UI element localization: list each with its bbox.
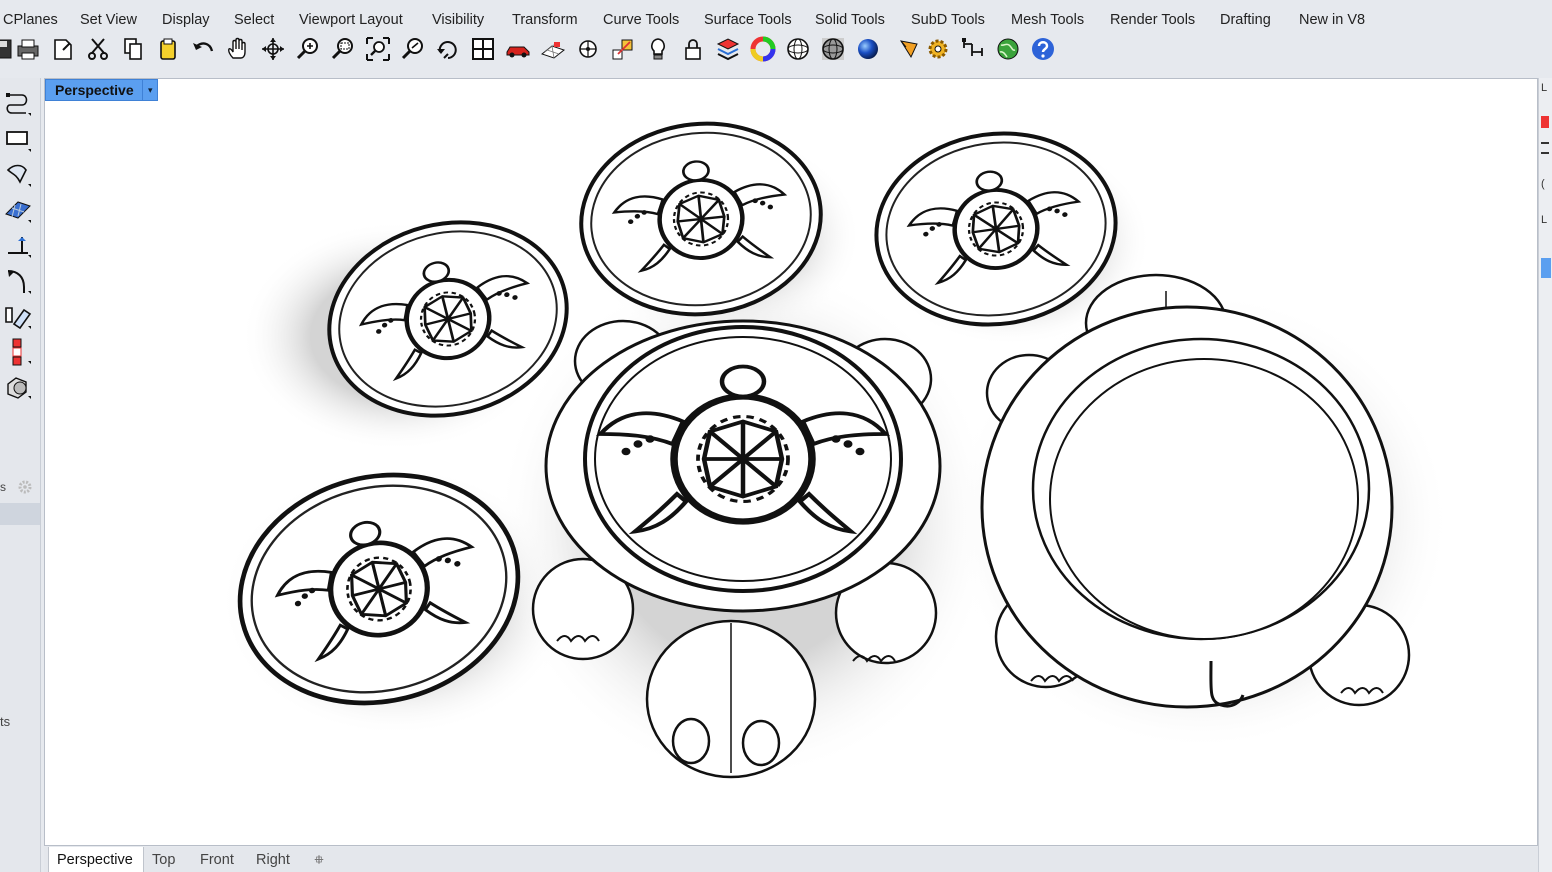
menu-solid-tools[interactable]: Solid Tools	[815, 12, 885, 28]
grid-snap-icon[interactable]	[537, 32, 569, 66]
import-icon[interactable]	[47, 32, 79, 66]
right-panel: L ( L	[1538, 78, 1552, 872]
shaded-sphere-icon[interactable]	[817, 32, 849, 66]
layers-icon[interactable]	[712, 32, 744, 66]
perspective-viewport[interactable]: Perspective ▾	[44, 78, 1538, 846]
gumball-icon[interactable]	[607, 32, 639, 66]
menu-select[interactable]: Select	[234, 12, 274, 28]
viewport-tabs: Perspective Top Front Right	[44, 847, 1538, 872]
curve-tool-icon[interactable]	[0, 88, 38, 120]
print-icon[interactable]	[12, 32, 44, 66]
menu-cplanes[interactable]: CPlanes	[3, 12, 58, 28]
layer-list-icon[interactable]	[1541, 142, 1549, 154]
undo-icon[interactable]	[187, 32, 219, 66]
panel-label-top: s	[0, 480, 6, 494]
fillet-tool-icon[interactable]	[0, 266, 38, 298]
menu-drafting[interactable]: Drafting	[1220, 12, 1271, 28]
menu-display[interactable]: Display	[162, 12, 210, 28]
menu-bar: CPlanes Set View Display Select Viewport…	[0, 8, 1552, 32]
settings-gear-icon[interactable]	[922, 32, 954, 66]
surface-tool-icon[interactable]	[0, 159, 38, 191]
wireframe-sphere-icon[interactable]	[782, 32, 814, 66]
menu-curve-tools[interactable]: Curve Tools	[603, 12, 679, 28]
rectangle-tool-icon[interactable]	[0, 124, 38, 156]
solid-tool-icon[interactable]	[0, 371, 38, 403]
panel-settings-icon[interactable]	[18, 480, 32, 494]
add-viewport-icon[interactable]	[306, 847, 332, 872]
car-icon[interactable]	[502, 32, 534, 66]
cut-icon[interactable]	[82, 32, 114, 66]
tab-perspective[interactable]: Perspective	[48, 847, 144, 872]
dimension-icon[interactable]	[957, 32, 989, 66]
menu-visibility[interactable]: Visibility	[432, 12, 484, 28]
color-wheel-icon[interactable]	[747, 32, 779, 66]
viewport-title-tab[interactable]: Perspective ▾	[45, 79, 158, 101]
rotate-icon[interactable]	[432, 32, 464, 66]
viewport-title: Perspective	[55, 82, 134, 98]
paste-icon[interactable]	[152, 32, 184, 66]
lock-icon[interactable]	[677, 32, 709, 66]
dimension-tool-icon[interactable]	[0, 230, 38, 262]
rotate-view-icon[interactable]	[257, 32, 289, 66]
menu-render-tools[interactable]: Render Tools	[1110, 12, 1195, 28]
plane-surface-icon[interactable]	[0, 195, 38, 227]
light-icon[interactable]	[642, 32, 674, 66]
menu-mesh-tools[interactable]: Mesh Tools	[1011, 12, 1084, 28]
panel-label-bottom: ts	[0, 714, 11, 729]
tab-right[interactable]: Right	[248, 847, 298, 872]
left-toolbar: s ts	[0, 78, 41, 872]
main-toolbar	[0, 32, 1552, 70]
menu-transform[interactable]: Transform	[512, 12, 578, 28]
pan-hand-icon[interactable]	[222, 32, 254, 66]
four-viewports-icon[interactable]	[467, 32, 499, 66]
osnap-icon[interactable]	[572, 32, 604, 66]
menu-subd-tools[interactable]: SubD Tools	[911, 12, 985, 28]
globe-icon[interactable]	[992, 32, 1024, 66]
right-panel-selected-row[interactable]	[1541, 258, 1551, 278]
array-tool-icon[interactable]	[0, 336, 38, 368]
layer-color-icon[interactable]	[1541, 116, 1549, 128]
copy-icon[interactable]	[117, 32, 149, 66]
right-panel-letter: L	[1541, 214, 1548, 226]
tab-top[interactable]: Top	[144, 847, 183, 872]
model-scene[interactable]	[45, 79, 1538, 846]
panel-selected-row[interactable]	[0, 503, 40, 525]
menu-surface-tools[interactable]: Surface Tools	[704, 12, 792, 28]
transform-tool-icon[interactable]	[0, 301, 38, 333]
zoom-extents-icon[interactable]	[362, 32, 394, 66]
tab-front[interactable]: Front	[192, 847, 242, 872]
pen-icon[interactable]	[892, 32, 924, 66]
zoom-selected-icon[interactable]	[397, 32, 429, 66]
menu-set-view[interactable]: Set View	[80, 12, 137, 28]
zoom-window-icon[interactable]	[327, 32, 359, 66]
menu-new-in-v8[interactable]: New in V8	[1299, 12, 1365, 28]
right-panel-letter: (	[1541, 178, 1545, 190]
help-icon[interactable]	[1027, 32, 1059, 66]
zoom-dynamic-icon[interactable]	[292, 32, 324, 66]
chevron-down-icon[interactable]: ▾	[142, 80, 157, 100]
menu-viewport-layout[interactable]: Viewport Layout	[299, 12, 403, 28]
render-sphere-icon[interactable]	[852, 32, 884, 66]
right-panel-letter: L	[1541, 82, 1548, 94]
